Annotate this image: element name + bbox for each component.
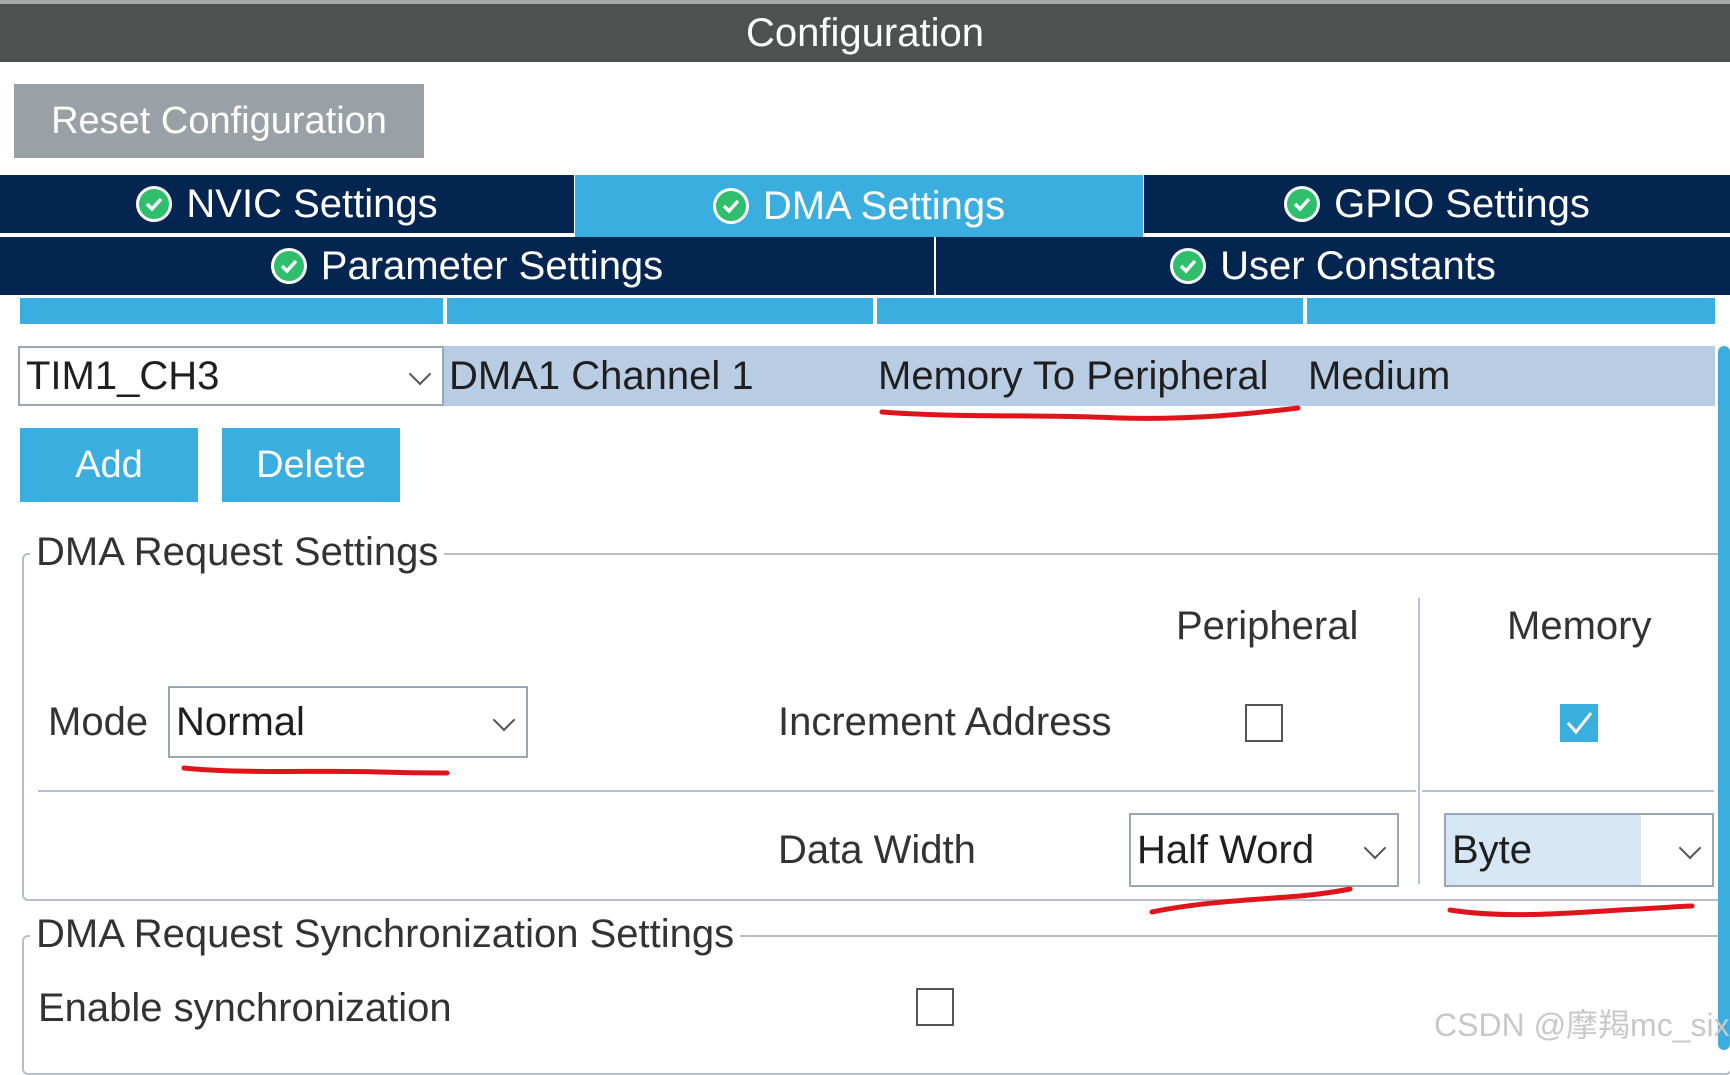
underline-annotation: [879, 405, 1301, 421]
underline-annotation: [181, 765, 450, 776]
watermark: CSDN @摩羯mc_six: [1434, 1007, 1730, 1043]
underline-annotation: [1447, 903, 1695, 918]
annotation-overlay: [181, 405, 1695, 918]
underline-annotation: [1149, 886, 1353, 915]
